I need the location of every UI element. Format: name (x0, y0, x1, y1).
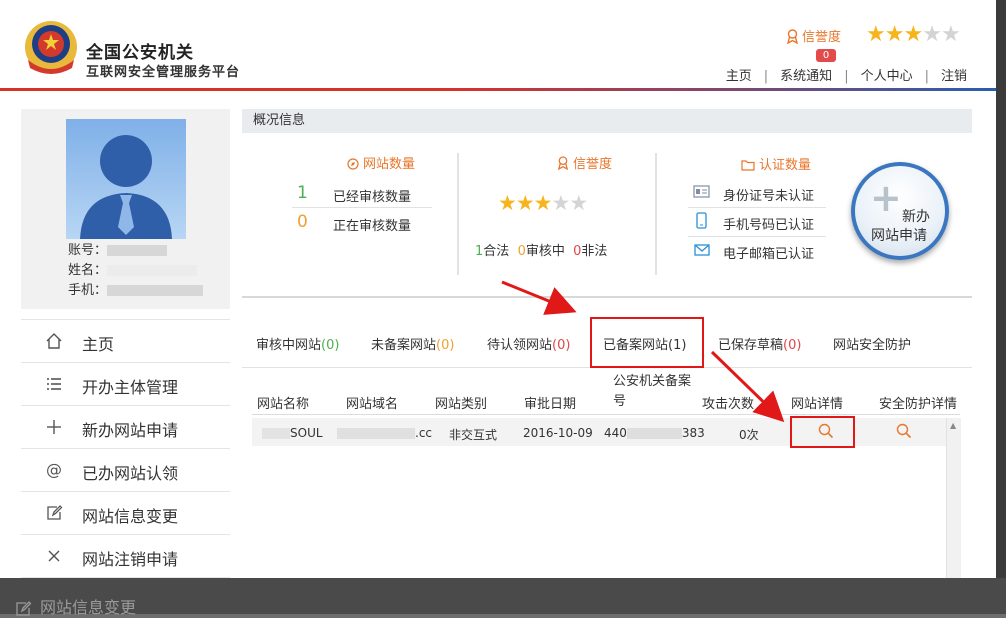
background-window: 网站信息变更 (0, 578, 1006, 617)
arrow-to-details (710, 350, 785, 423)
browser-window: 全国公安机关 互联网安全管理服务平台 信誉度 0 ★★★★★ 主页 | 系统通知 | 个… (0, 0, 996, 578)
window-edge (996, 0, 1006, 614)
arrow-to-tab (501, 280, 577, 315)
edit-icon (16, 600, 32, 616)
annotation-arrows (501, 280, 785, 423)
background-menu-item: 网站信息变更 (14, 594, 136, 618)
